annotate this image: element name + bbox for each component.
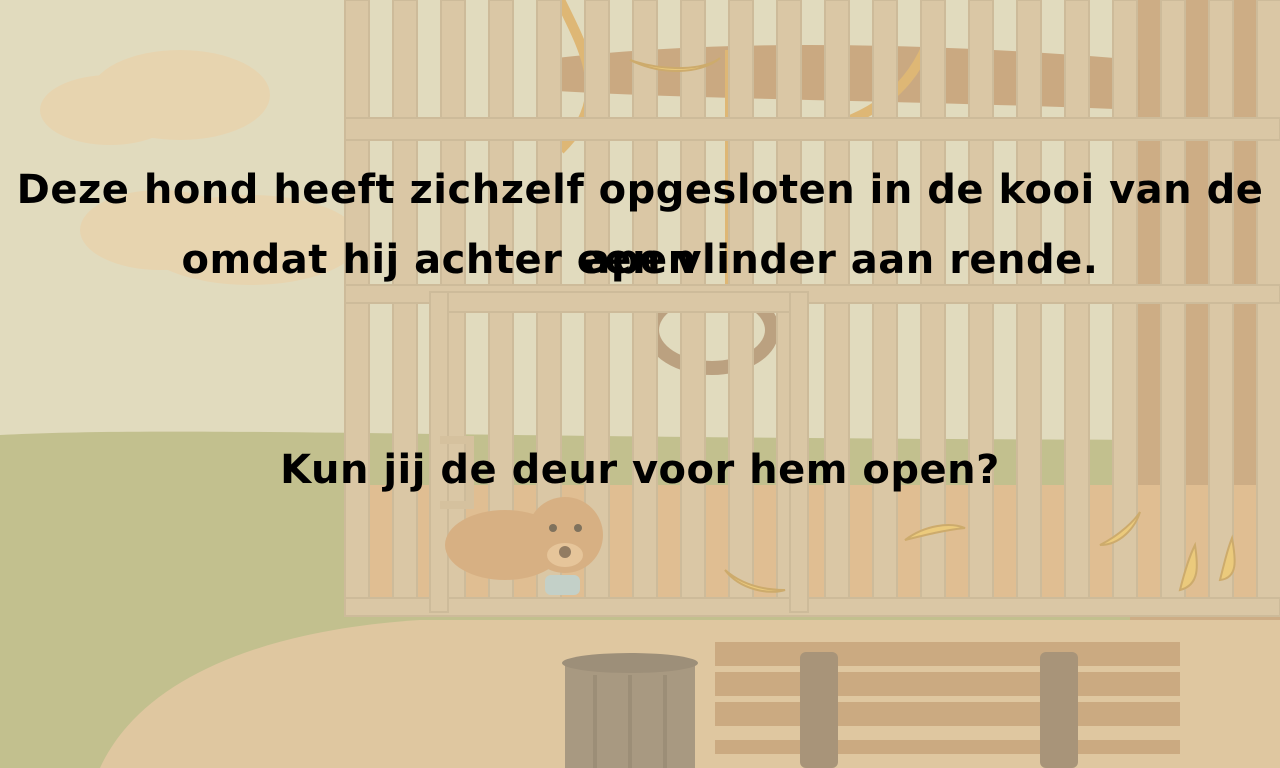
game-scene	[0, 0, 1280, 768]
story-line-2: omdat hij achter een vlinder aan rende.	[181, 237, 1099, 283]
dim-overlay	[0, 0, 1280, 768]
story-question: Kun jij de deur voor hem open?	[280, 447, 1000, 493]
